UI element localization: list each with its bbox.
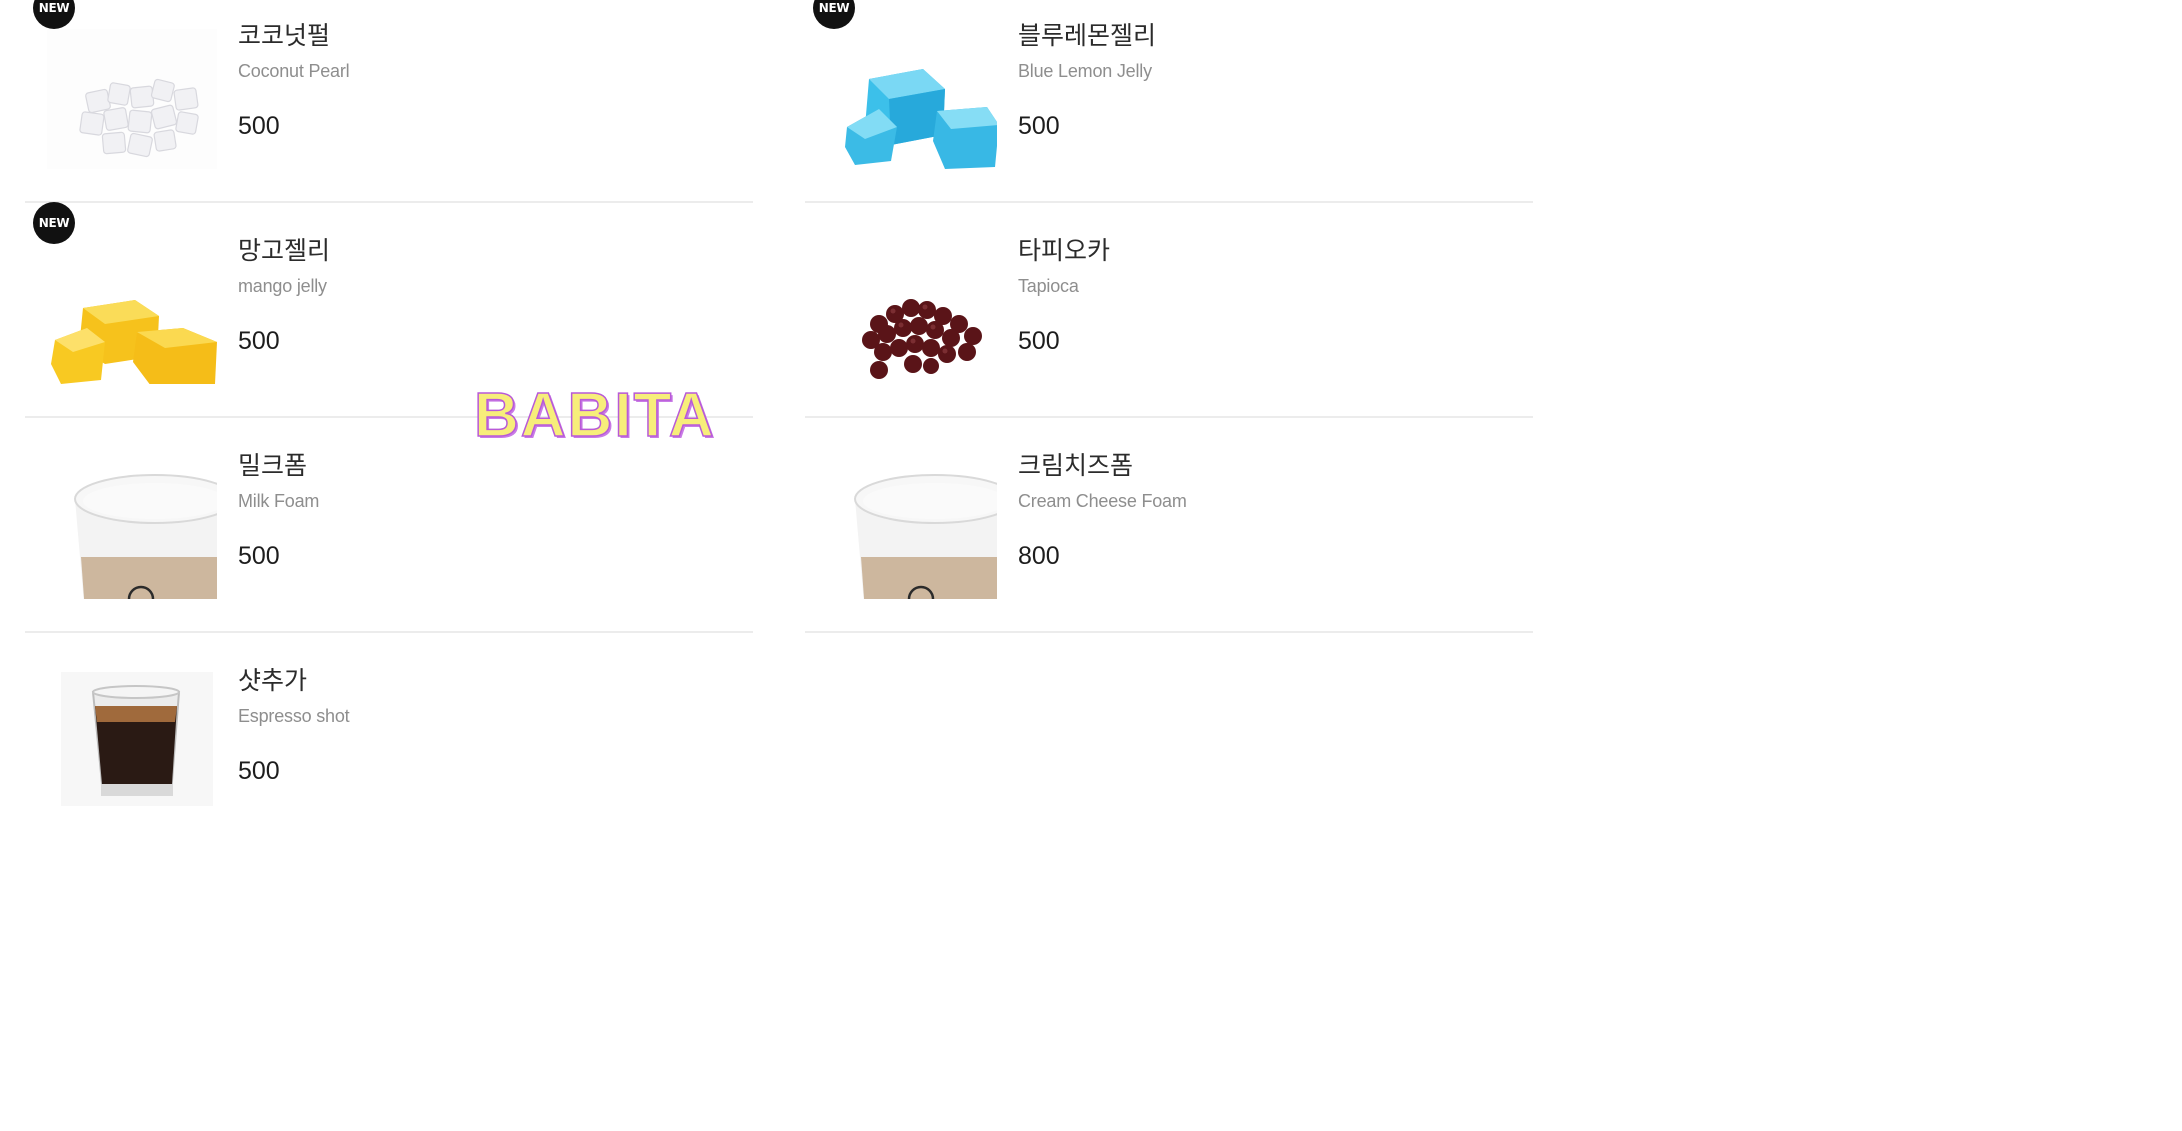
menu-item-tapioca[interactable]: 타피오카 Tapioca 500 xyxy=(805,204,1533,418)
item-price: 500 xyxy=(1018,112,1060,140)
blue-jelly-icon xyxy=(827,29,997,169)
item-name-korean: 밀크폼 xyxy=(238,451,308,480)
item-name-korean: 샷추가 xyxy=(238,666,308,695)
item-name-english: Espresso shot xyxy=(238,706,350,726)
item-price: 500 xyxy=(1018,327,1060,355)
new-badge: NEW xyxy=(813,0,855,29)
item-name-english: Tapioca xyxy=(1018,276,1079,296)
item-name-english: Milk Foam xyxy=(238,491,320,511)
item-name-english: mango jelly xyxy=(238,276,327,296)
item-price: 500 xyxy=(238,327,280,355)
babita-watermark: BABITA xyxy=(473,380,716,451)
item-name-korean: 블루레몬젤리 xyxy=(1018,21,1157,50)
row-divider xyxy=(805,416,1533,418)
row-divider xyxy=(805,631,1533,633)
espresso-shot-icon xyxy=(61,672,213,806)
item-name-english: Blue Lemon Jelly xyxy=(1018,61,1152,81)
menu-item-cream-cheese-foam[interactable]: 크림치즈폼 Cream Cheese Foam 800 xyxy=(805,419,1533,633)
mango-jelly-icon xyxy=(47,244,217,384)
new-badge: NEW xyxy=(33,202,75,244)
item-name-korean: 타피오카 xyxy=(1018,236,1111,265)
coconut-pearl-icon xyxy=(47,29,217,169)
item-price: 500 xyxy=(238,757,280,785)
item-name-english: Cream Cheese Foam xyxy=(1018,491,1187,511)
tapioca-icon xyxy=(827,244,997,384)
row-divider xyxy=(805,201,1533,203)
milk-foam-cup-icon xyxy=(47,459,217,599)
topping-menu-page: NEW 코코넛펄 Coconut Pearl 500 NEW 블루레몬젤리 Bl… xyxy=(0,0,1550,814)
menu-item-coconut-pearl[interactable]: NEW 코코넛펄 Coconut Pearl 500 xyxy=(25,0,753,203)
item-price: 500 xyxy=(238,112,280,140)
cream-cheese-foam-cup-icon xyxy=(827,459,997,599)
row-divider xyxy=(25,631,753,633)
item-name-korean: 망고젤리 xyxy=(238,236,331,265)
item-price: 800 xyxy=(1018,542,1060,570)
menu-item-blue-lemon-jelly[interactable]: NEW 블루레몬젤리 Blue Lemon Jelly 500 xyxy=(805,0,1533,203)
menu-item-milk-foam[interactable]: 밀크폼 Milk Foam 500 xyxy=(25,419,753,633)
row-divider xyxy=(25,201,753,203)
item-price: 500 xyxy=(238,542,280,570)
item-name-korean: 크림치즈폼 xyxy=(1018,451,1134,480)
menu-item-espresso-shot[interactable]: 샷추가 Espresso shot 500 xyxy=(25,634,753,848)
new-badge: NEW xyxy=(33,0,75,29)
item-name-english: Coconut Pearl xyxy=(238,61,350,81)
item-name-korean: 코코넛펄 xyxy=(238,21,331,50)
